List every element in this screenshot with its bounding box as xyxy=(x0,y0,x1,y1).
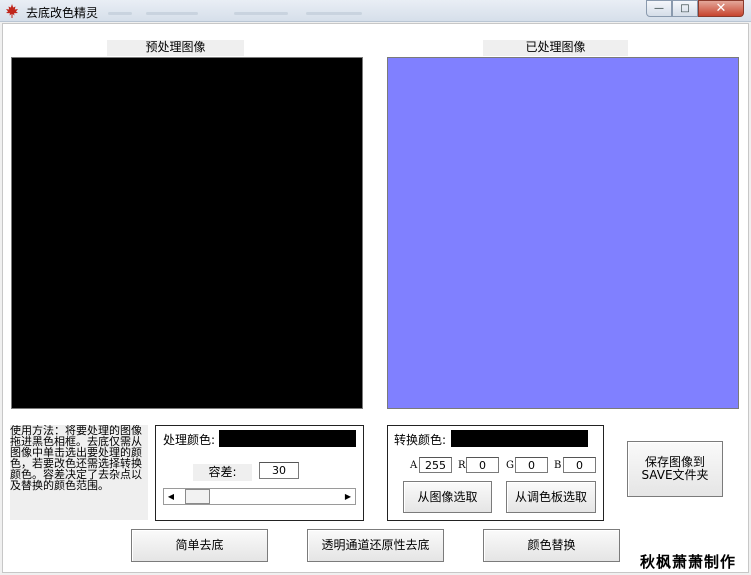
channel-a-input[interactable]: 255 xyxy=(419,457,452,473)
simple-remove-button[interactable]: 简单去底 xyxy=(131,529,268,562)
title-ghost-mark xyxy=(306,12,362,15)
alpha-restore-button[interactable]: 透明通道还原性去底 xyxy=(307,529,444,562)
tolerance-input[interactable]: 30 xyxy=(259,462,299,479)
close-icon: ✕ xyxy=(715,1,727,16)
title-ghost-mark xyxy=(234,12,288,15)
channel-r-label: R xyxy=(458,460,466,471)
maximize-icon: □ xyxy=(680,3,690,14)
minimize-button[interactable]: — xyxy=(646,0,672,17)
channel-g-input[interactable]: 0 xyxy=(515,457,548,473)
window-title: 去底改色精灵 xyxy=(26,6,99,20)
maximize-button[interactable]: □ xyxy=(672,0,698,17)
tolerance-slider[interactable]: ◀ ▶ xyxy=(163,488,356,505)
preprocess-image-frame[interactable] xyxy=(11,57,363,409)
slider-track[interactable] xyxy=(178,489,341,504)
slider-left-arrow-icon[interactable]: ◀ xyxy=(164,489,178,504)
title-bar[interactable] xyxy=(0,0,751,22)
channel-b-label: B xyxy=(554,460,562,471)
title-ghost-mark xyxy=(146,12,198,15)
processed-image-frame[interactable] xyxy=(387,57,739,409)
channel-b-input[interactable]: 0 xyxy=(563,457,596,473)
convert-color-swatch[interactable] xyxy=(451,430,588,447)
save-image-button[interactable]: 保存图像到SAVE文件夹 xyxy=(627,441,723,497)
close-button[interactable]: ✕ xyxy=(698,0,744,17)
author-credit: 秋枫萧萧制作 xyxy=(640,553,737,571)
title-ghost-mark xyxy=(108,12,132,15)
slider-right-arrow-icon[interactable]: ▶ xyxy=(341,489,355,504)
process-color-label: 处理颜色: xyxy=(163,433,216,447)
preprocess-caption: 预处理图像 xyxy=(107,40,244,56)
color-replace-button[interactable]: 颜色替换 xyxy=(483,529,620,562)
processed-caption: 已处理图像 xyxy=(483,40,628,56)
maple-leaf-icon xyxy=(6,4,18,18)
convert-color-label: 转换颜色: xyxy=(394,433,447,447)
channel-r-input[interactable]: 0 xyxy=(466,457,499,473)
channel-g-label: G xyxy=(506,460,514,471)
channel-a-label: A xyxy=(410,460,418,471)
pick-from-palette-button[interactable]: 从调色板选取 xyxy=(506,481,596,513)
usage-instructions: 使用方法：将要处理的图像拖进黑色相框。去底仅需从图像中单击选出要处理的颜色，若要… xyxy=(10,425,148,520)
minimize-icon: — xyxy=(654,3,664,14)
tolerance-label: 容差: xyxy=(193,464,252,481)
pick-from-image-button[interactable]: 从图像选取 xyxy=(403,481,492,513)
slider-thumb[interactable] xyxy=(185,489,210,504)
process-color-swatch[interactable] xyxy=(219,430,356,447)
